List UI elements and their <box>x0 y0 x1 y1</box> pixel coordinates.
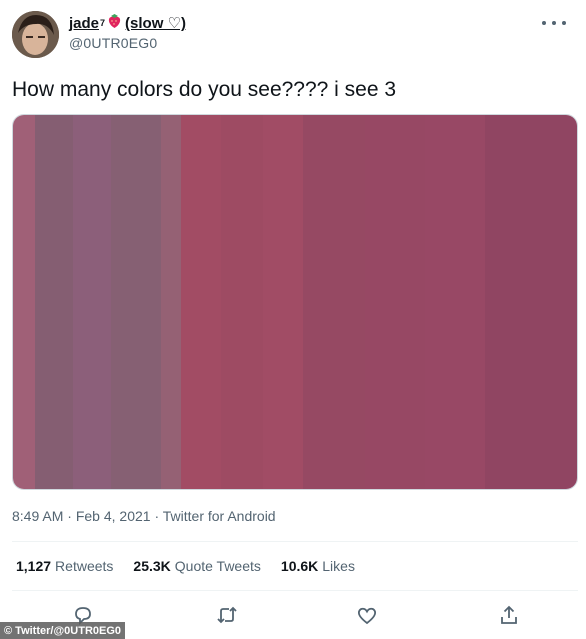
color-stripe <box>13 115 36 489</box>
tweet-date[interactable]: Feb 4, 2021 <box>76 508 151 524</box>
likes-label: Likes <box>322 558 355 574</box>
strawberry-icon <box>107 13 122 33</box>
meta-separator: · <box>154 508 160 524</box>
color-stripe <box>73 115 112 489</box>
author-handle[interactable]: @0UTR0EG0 <box>69 35 157 51</box>
quotes-count: 25.3K <box>133 558 171 574</box>
tweet-time[interactable]: 8:49 AM <box>12 508 63 524</box>
likes-count: 10.6K <box>280 558 319 574</box>
retweets-count: 1,127 <box>16 558 52 574</box>
share-icon[interactable] <box>498 604 520 626</box>
meta-separator: · <box>67 508 72 524</box>
color-stripe <box>111 115 162 489</box>
retweet-icon[interactable] <box>216 604 238 626</box>
author-name[interactable]: jade 7 (slow ♡) <box>69 13 186 33</box>
quotes-stat[interactable]: 25.3K Quote Tweets <box>133 558 261 574</box>
tweet-image[interactable] <box>12 114 578 490</box>
watermark: © Twitter/@0UTR0EG0 <box>0 622 126 639</box>
divider <box>12 590 578 591</box>
tweet-meta: 8:49 AM · Feb 4, 2021 · Twitter for Andr… <box>12 508 276 524</box>
more-options-icon[interactable] <box>542 14 566 32</box>
avatar[interactable] <box>12 11 59 58</box>
likes-stat[interactable]: 10.6K Likes <box>281 558 355 574</box>
name-superscript: 7 <box>100 18 106 28</box>
color-stripe <box>161 115 182 489</box>
like-icon[interactable] <box>356 604 378 626</box>
tweet-source[interactable]: Twitter for Android <box>163 508 276 524</box>
color-stripes-image <box>13 115 577 489</box>
name-suffix[interactable]: (slow ♡) <box>125 14 186 32</box>
display-name[interactable]: jade <box>69 15 99 32</box>
color-stripe <box>221 115 264 489</box>
color-stripe <box>365 115 426 489</box>
retweets-label: Retweets <box>55 558 114 574</box>
color-stripe <box>35 115 74 489</box>
tweet-text: How many colors do you see???? i see 3 <box>12 78 397 101</box>
retweets-stat[interactable]: 1,127 Retweets <box>16 558 113 574</box>
divider <box>12 541 578 542</box>
tweet-stats: 1,127 Retweets 25.3K Quote Tweets 10.6K Lik… <box>16 558 355 574</box>
color-stripe <box>485 115 577 489</box>
color-stripe <box>425 115 486 489</box>
color-stripe <box>263 115 304 489</box>
color-stripe <box>303 115 366 489</box>
quotes-label: Quote Tweets <box>174 558 261 574</box>
color-stripe <box>181 115 222 489</box>
